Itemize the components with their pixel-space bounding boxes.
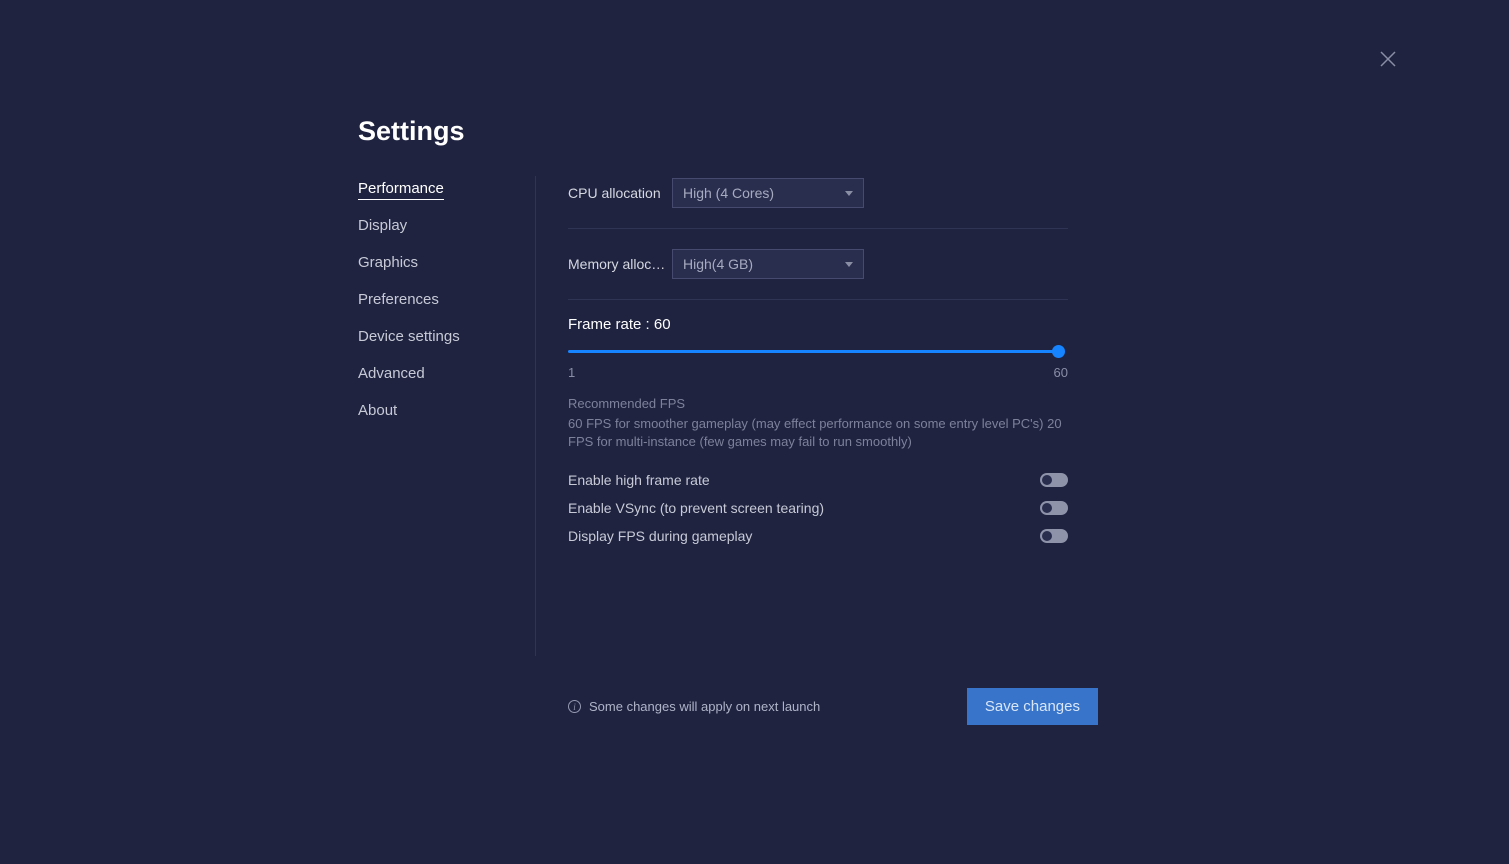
sidebar-item-label: Preferences [358,291,439,308]
enable-high-frame-rate-row: Enable high frame rate [568,466,1068,494]
slider-track [568,350,1056,353]
slider-max: 60 [1054,365,1068,380]
sidebar-item-device-settings[interactable]: Device settings [358,322,518,351]
recommended-fps-title: Recommended FPS [568,396,1068,411]
enable-high-frame-rate-toggle[interactable] [1040,473,1068,487]
enable-vsync-row: Enable VSync (to prevent screen tearing) [568,494,1068,522]
sidebar-item-label: Graphics [358,254,418,271]
memory-allocation-row: Memory alloc… High(4 GB) [568,245,1068,295]
slider-range-labels: 1 60 [568,365,1068,380]
page-title: Settings [358,116,465,147]
cpu-allocation-value: High (4 Cores) [683,185,774,201]
footer-info-text: Some changes will apply on next launch [589,699,820,714]
divider [568,299,1068,300]
sidebar-item-about[interactable]: About [358,396,518,425]
save-changes-button[interactable]: Save changes [967,688,1098,725]
settings-footer: i Some changes will apply on next launch… [568,688,1098,725]
memory-allocation-select[interactable]: High(4 GB) [672,249,864,279]
memory-allocation-value: High(4 GB) [683,256,753,272]
toggle-label: Enable VSync (to prevent screen tearing) [568,500,824,516]
chevron-down-icon [845,262,853,267]
sidebar-item-graphics[interactable]: Graphics [358,248,518,277]
slider-thumb[interactable] [1052,345,1065,358]
sidebar-item-label: Advanced [358,365,425,382]
sidebar-item-label: Device settings [358,328,460,345]
toggle-label: Enable high frame rate [568,472,710,488]
cpu-allocation-row: CPU allocation High (4 Cores) [568,174,1068,224]
sidebar-item-advanced[interactable]: Advanced [358,359,518,388]
frame-rate-slider[interactable] [568,345,1068,359]
toggle-knob [1042,475,1052,485]
sidebar-item-label: Performance [358,180,444,200]
frame-rate-label: Frame rate : 60 [568,316,1068,333]
close-icon[interactable] [1379,50,1397,68]
toggle-label: Display FPS during gameplay [568,528,752,544]
enable-vsync-toggle[interactable] [1040,501,1068,515]
display-fps-row: Display FPS during gameplay [568,522,1068,550]
divider [568,228,1068,229]
footer-info: i Some changes will apply on next launch [568,699,820,714]
recommended-fps-desc: 60 FPS for smoother gameplay (may effect… [568,415,1068,450]
display-fps-toggle[interactable] [1040,529,1068,543]
sidebar-item-preferences[interactable]: Preferences [358,285,518,314]
info-icon: i [568,700,581,713]
slider-min: 1 [568,365,575,380]
toggle-knob [1042,503,1052,513]
cpu-allocation-select[interactable]: High (4 Cores) [672,178,864,208]
settings-sidebar: Performance Display Graphics Preferences… [358,174,518,433]
sidebar-item-label: Display [358,217,407,234]
sidebar-item-label: About [358,402,397,419]
memory-allocation-label: Memory alloc… [568,256,672,272]
toggle-knob [1042,531,1052,541]
chevron-down-icon [845,191,853,196]
vertical-divider [535,176,536,656]
sidebar-item-performance[interactable]: Performance [358,174,518,203]
cpu-allocation-label: CPU allocation [568,185,672,201]
performance-panel: CPU allocation High (4 Cores) Memory all… [568,174,1068,550]
sidebar-item-display[interactable]: Display [358,211,518,240]
